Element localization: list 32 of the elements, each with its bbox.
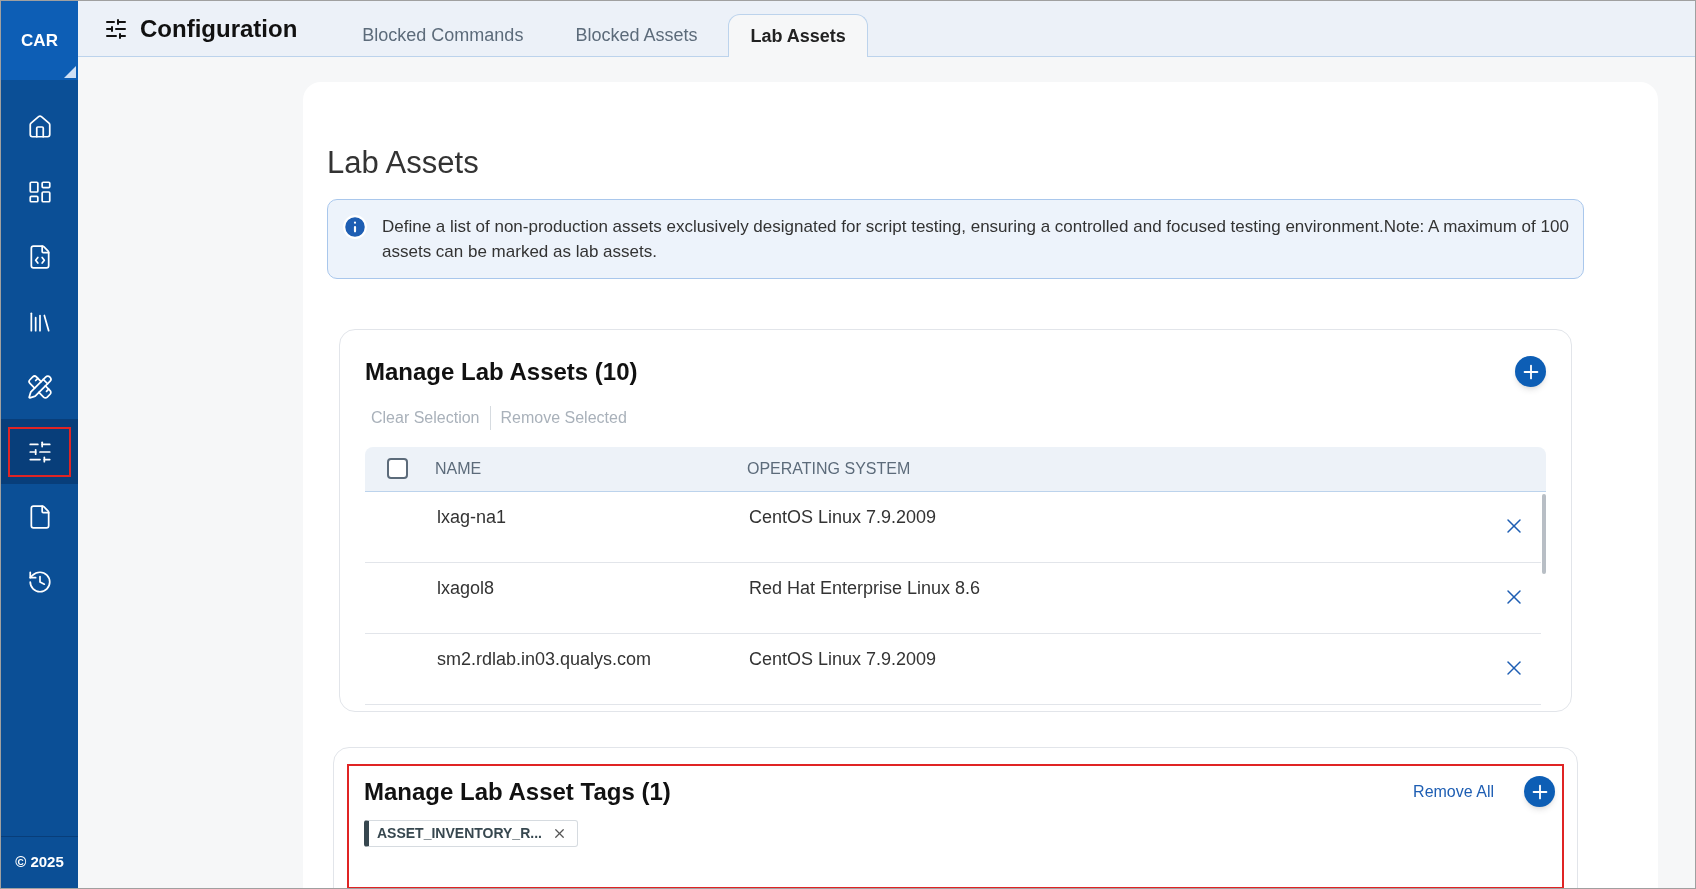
tab[interactable]: Blocked Commands (341, 14, 545, 57)
history-icon (26, 568, 53, 595)
section-title: Lab Assets (327, 144, 480, 182)
home-icon (26, 113, 53, 140)
table-cell-text: sm2.rdlab.in03.qualys.com (437, 647, 653, 671)
table-cell-text: CentOS Linux 7.9.2009 (749, 505, 938, 529)
corner-icon (64, 66, 76, 78)
tools-icon (26, 373, 53, 400)
table-cell-text: lxagol8 (437, 576, 496, 600)
table-cell-text: lxag-na1 (437, 505, 508, 529)
select-all-checkbox[interactable] (387, 458, 408, 479)
info-text: Define a list of non-production assets exclusively designated for script testing, ensuring a controlled and focused testing environment.Note: A maximum of 100 assets can be marked as lab assets. (382, 215, 1569, 263)
sidebar-item[interactable] (1, 419, 78, 484)
remove-all-link[interactable]: Remove All (1413, 779, 1494, 804)
info-icon (342, 213, 368, 240)
add-button[interactable] (1515, 356, 1546, 387)
card-title: Manage Lab Asset Tags (1) (364, 776, 672, 807)
tag-label: ASSET_INVENTORY_R... (377, 823, 542, 843)
sliders-icon (26, 438, 53, 465)
card-title: Manage Lab Assets (10) (365, 356, 638, 387)
copyright: © 2025 (1, 836, 78, 888)
tab[interactable]: Lab Assets (728, 14, 868, 57)
dashboard-icon (26, 178, 53, 205)
add-button[interactable] (1524, 776, 1555, 807)
column-header: NAME (435, 458, 483, 479)
page-header-title: Configuration (140, 13, 298, 44)
table-cell-text: Red Hat Enterprise Linux 8.6 (749, 576, 982, 600)
sliders-icon (104, 16, 128, 41)
column-header: OPERATING SYSTEM (747, 458, 911, 479)
logo[interactable]: CAR (1, 1, 78, 80)
table-cell-text: CentOS Linux 7.9.2009 (749, 647, 938, 671)
tab[interactable]: Blocked Assets (554, 14, 719, 57)
